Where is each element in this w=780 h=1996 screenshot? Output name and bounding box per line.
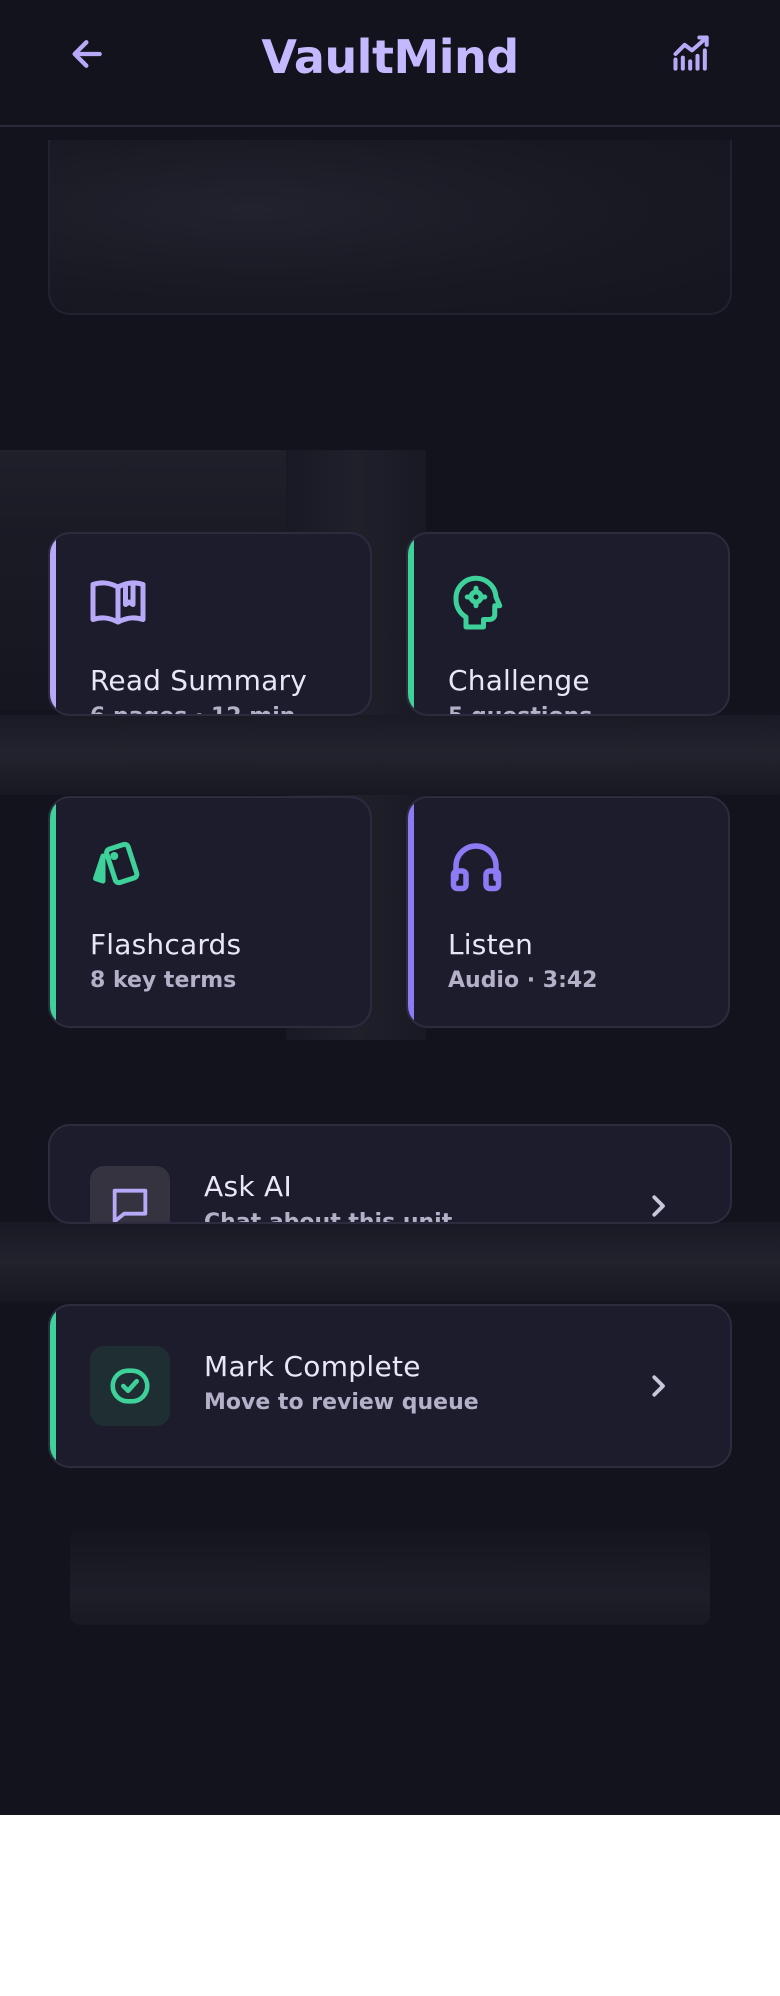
headphones-icon <box>450 843 502 892</box>
loading-shimmer <box>0 1222 780 1302</box>
card-flashcards[interactable]: Flashcards 8 key terms <box>48 796 372 1028</box>
card-title: Challenge <box>448 664 590 697</box>
card-challenge[interactable]: Challenge 5 questions <box>406 532 730 716</box>
stats-button[interactable] <box>666 28 718 80</box>
action-subtitle: Move to review queue <box>204 1390 479 1415</box>
card-read-summary[interactable]: Read Summary 6 pages · 12 min <box>48 532 372 716</box>
action-title: Ask AI <box>204 1170 293 1203</box>
card-accent <box>50 798 56 1026</box>
top-app-bar: VaultMind <box>0 0 780 127</box>
card-subtitle: 6 pages · 12 min <box>90 704 295 714</box>
chart-trending-icon <box>673 35 709 71</box>
row-accent <box>50 1306 56 1466</box>
mark-complete-row[interactable]: Mark Complete Move to review queue <box>48 1304 732 1468</box>
card-listen[interactable]: Listen Audio · 3:42 <box>406 796 730 1028</box>
chat-bubble-icon <box>112 1188 148 1222</box>
head-gear-icon <box>453 575 503 630</box>
book-open-icon <box>90 580 146 625</box>
chevron-right-icon <box>636 1364 680 1408</box>
action-title: Mark Complete <box>204 1350 421 1383</box>
card-title: Listen <box>448 928 534 961</box>
card-title: Flashcards <box>90 928 242 961</box>
icon-container <box>90 1346 170 1426</box>
action-subtitle: Chat about this unit <box>204 1210 453 1224</box>
chevron-right-icon <box>636 1184 680 1222</box>
content-skeleton <box>48 140 732 315</box>
loading-shimmer <box>70 1530 710 1625</box>
ask-ai-row[interactable]: Ask AI Chat about this unit <box>48 1124 732 1224</box>
card-subtitle: 8 key terms <box>90 968 237 993</box>
app-title: VaultMind <box>261 30 519 84</box>
card-title: Read Summary <box>90 664 307 697</box>
icon-container <box>90 1166 170 1222</box>
cards-icon <box>93 841 140 886</box>
card-subtitle: 5 questions <box>448 704 592 714</box>
card-subtitle: Audio · 3:42 <box>448 968 598 993</box>
app-screen: VaultMind Read Summary 6 pages · 12 min <box>0 0 780 1815</box>
card-accent <box>50 534 56 714</box>
card-accent <box>408 798 414 1026</box>
check-circle-icon <box>110 1368 150 1404</box>
card-accent <box>408 534 414 714</box>
loading-shimmer <box>0 715 780 795</box>
